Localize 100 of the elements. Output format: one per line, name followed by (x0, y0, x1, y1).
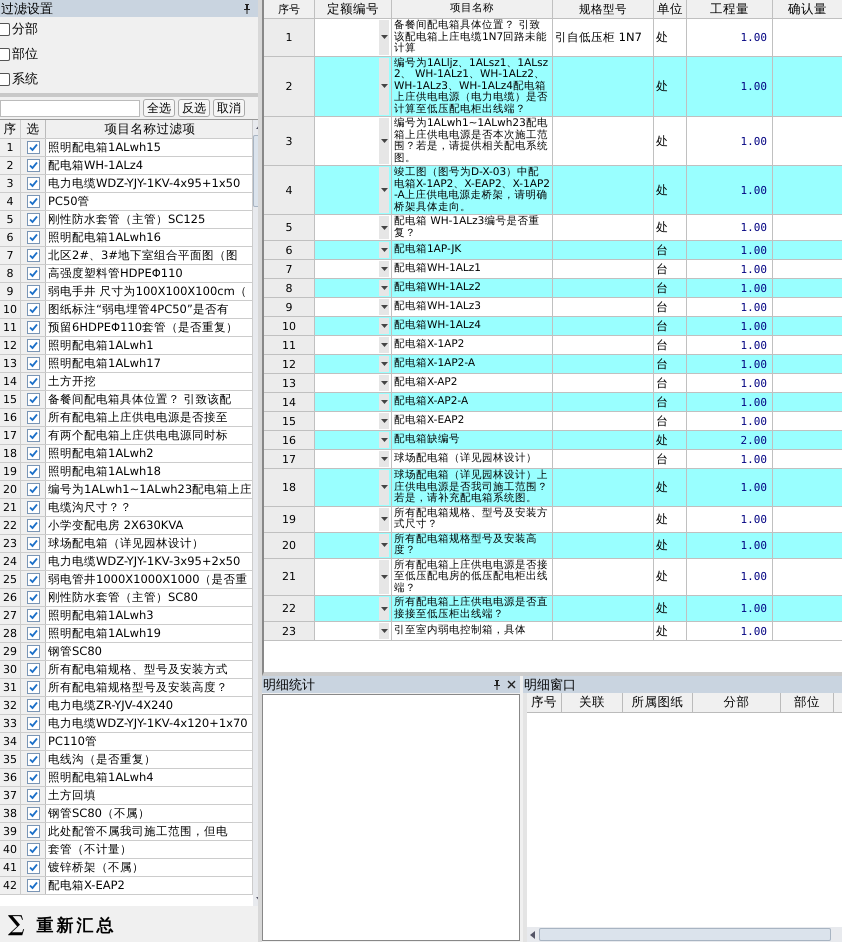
checkbox[interactable] (26, 699, 40, 712)
table-row[interactable]: 7 配电箱WH-1ALz1 台 1.00 (264, 260, 842, 279)
dropdown-button[interactable] (379, 560, 389, 594)
table-row[interactable]: 15 配电箱X-EAP2 台 1.00 (264, 412, 842, 431)
checkbox[interactable] (26, 375, 40, 388)
caret-icon[interactable] (380, 226, 388, 230)
checkbox[interactable] (26, 231, 40, 244)
table-row[interactable]: 17 球场配电箱（详见园林设计） 台 1.00 (264, 450, 842, 469)
checkbox[interactable] (26, 501, 40, 514)
table-row[interactable]: 23 引至室内弱电控制箱，具体 处 1.00 (264, 622, 842, 641)
checkbox[interactable] (26, 141, 40, 154)
caret-icon[interactable] (380, 485, 388, 490)
checkbox[interactable] (26, 771, 40, 784)
table-row[interactable]: 20 所有配电箱规格型号及安装高度？ 处 1.00 (264, 532, 842, 558)
dropdown-button[interactable] (379, 118, 389, 164)
checkbox[interactable] (26, 681, 40, 694)
dropdown-button[interactable] (379, 356, 389, 372)
caret-icon[interactable] (380, 324, 388, 328)
scrollbar[interactable] (527, 927, 842, 942)
dropdown-button[interactable] (379, 451, 389, 467)
checkbox[interactable] (26, 663, 40, 676)
dropdown-button[interactable] (379, 623, 389, 639)
table-row[interactable]: 16 配电箱缺编号 处 2.00 (264, 431, 842, 450)
checkbox[interactable] (26, 519, 40, 532)
table-row[interactable]: 2 编号为1ALljz、1ALsz1、1ALsz2、 WH-1ALz1、WH-1ALz2、 WH-1ALz3、WH-1ALz4配电箱上庄供电电源（电力电缆）是否计算至低压配电柜出线端？ 处 1.00 (264, 56, 842, 117)
checkbox[interactable] (26, 573, 40, 586)
checkbox[interactable] (0, 48, 10, 60)
caret-icon[interactable] (380, 457, 388, 461)
caret-icon[interactable] (380, 517, 388, 521)
table-row[interactable]: 21 所有配电箱上庄供电电源是否接至低压配电房的低压配电柜出线端？ 处 1.00 (264, 558, 842, 596)
table-row[interactable]: 19 所有配电箱规格、型号及安装方式尺寸？ 处 1.00 (264, 506, 842, 532)
table-row[interactable]: 8 配电箱WH-1ALz2 台 1.00 (264, 279, 842, 298)
filter-button[interactable]: 反选 (178, 99, 210, 117)
checkbox[interactable] (26, 825, 40, 838)
checkbox[interactable] (26, 267, 40, 280)
checkbox[interactable] (26, 393, 40, 406)
caret-icon[interactable] (380, 400, 388, 404)
checkbox[interactable] (26, 807, 40, 820)
table-row[interactable]: 5 配电箱 WH-1ALz3编号是否重复？ 处 1.00 (264, 215, 842, 241)
dropdown-button[interactable] (379, 597, 389, 620)
checkbox[interactable] (26, 735, 40, 748)
resummarize-button[interactable]: ∑ 重新汇总 (8, 911, 116, 937)
table-row[interactable]: 11 配电箱X-1AP2 台 1.00 (264, 336, 842, 355)
checkbox[interactable] (26, 879, 40, 892)
dropdown-button[interactable] (379, 58, 389, 115)
checkbox[interactable] (26, 591, 40, 604)
caret-icon[interactable] (380, 381, 388, 385)
checkbox[interactable] (26, 465, 40, 478)
checkbox[interactable] (26, 555, 40, 568)
dropdown-button[interactable] (379, 432, 389, 448)
table-row[interactable]: 6 配电箱1AP-JK 台 1.00 (264, 241, 842, 260)
dropdown-button[interactable] (379, 394, 389, 410)
caret-icon[interactable] (380, 35, 388, 40)
checkbox[interactable] (26, 357, 40, 370)
table-row[interactable]: 22 所有配电箱上庄供电电源是否直接接至低压柜出线端？ 处 1.00 (264, 596, 842, 622)
checkbox[interactable] (26, 429, 40, 442)
checkbox[interactable] (26, 609, 40, 622)
dropdown-button[interactable] (379, 20, 389, 54)
filter-button[interactable]: 取消 (213, 99, 245, 117)
checkbox[interactable] (26, 321, 40, 334)
checkbox[interactable] (26, 159, 40, 172)
checkbox[interactable] (26, 843, 40, 856)
table-row[interactable]: 18 球场配电箱（详见园林设计）上庄供电电源是否我司施工范围？若是，请补充配电箱系统图。 处 1.00 (264, 469, 842, 506)
caret-icon[interactable] (380, 343, 388, 347)
dropdown-button[interactable] (379, 167, 389, 213)
caret-icon[interactable] (380, 543, 388, 547)
dropdown-button[interactable] (379, 261, 389, 277)
dropdown-button[interactable] (379, 337, 389, 353)
table-row[interactable]: 1 备餐间配电箱具体位置？ 引致该配电箱上庄电缆1N7回路未能计算 引自低压柜 1N7 处 1.00 (264, 19, 842, 56)
dropdown-button[interactable] (379, 299, 389, 315)
close-icon[interactable] (507, 680, 516, 689)
caret-icon[interactable] (380, 629, 388, 633)
table-row[interactable]: 14 配电箱X-AP2-A 台 1.00 (264, 393, 842, 412)
caret-icon[interactable] (380, 574, 388, 579)
caret-icon[interactable] (380, 248, 388, 252)
checkbox[interactable] (26, 339, 40, 352)
table-row[interactable]: 10 配电箱WH-1ALz4 台 1.00 (264, 317, 842, 336)
checkbox[interactable] (26, 249, 40, 262)
search-field[interactable] (0, 100, 140, 116)
dropdown-button[interactable] (379, 216, 389, 239)
checkbox[interactable] (26, 789, 40, 802)
caret-icon[interactable] (380, 267, 388, 271)
dropdown-button[interactable] (379, 280, 389, 296)
checkbox[interactable] (26, 717, 40, 730)
caret-icon[interactable] (380, 84, 388, 88)
caret-icon[interactable] (380, 286, 388, 290)
checkbox[interactable] (26, 177, 40, 190)
checkbox[interactable] (0, 72, 10, 86)
checkbox[interactable] (26, 483, 40, 496)
checkbox[interactable] (26, 645, 40, 658)
dropdown-button[interactable] (379, 318, 389, 334)
caret-icon[interactable] (380, 419, 388, 423)
pin-icon[interactable] (243, 4, 251, 14)
table-row[interactable]: 4 竣工图（图号为D-X-03）中配电箱X-1AP2、X-EAP2、X-1AP2-A上庄供电电源走桥架，请明确桥架具体走向。 处 1.00 (264, 166, 842, 215)
dropdown-button[interactable] (379, 470, 389, 504)
checkbox[interactable] (26, 753, 40, 766)
pin-icon[interactable] (493, 680, 501, 690)
checkbox[interactable] (26, 213, 40, 226)
checkbox[interactable] (26, 627, 40, 640)
checkbox[interactable] (26, 411, 40, 424)
